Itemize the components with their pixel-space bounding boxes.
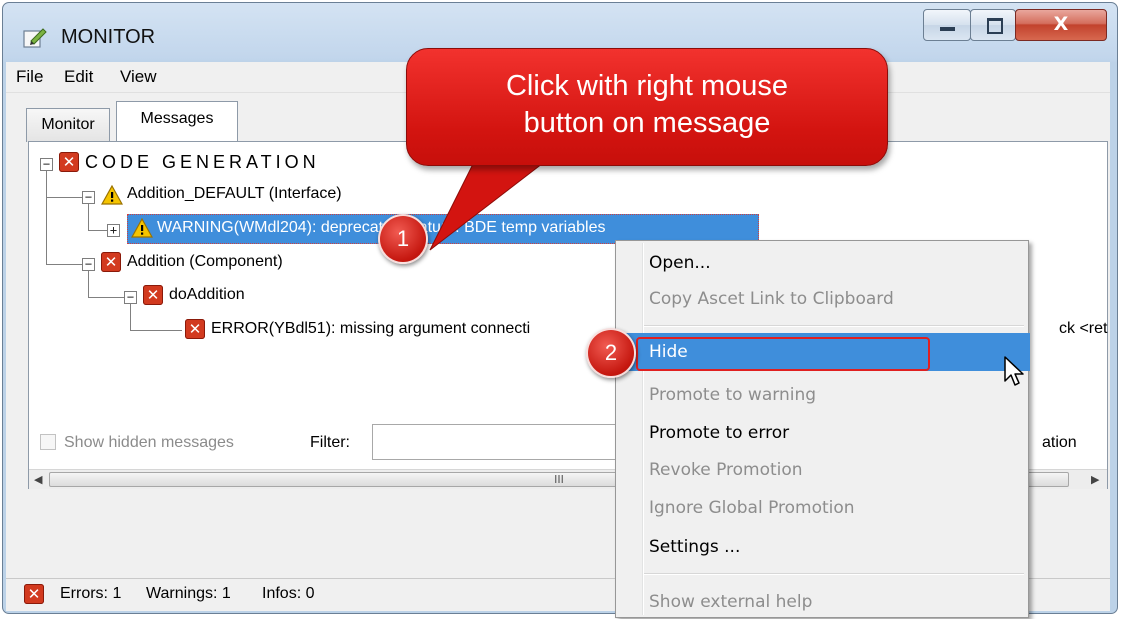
menu-open[interactable]: Open... bbox=[649, 253, 711, 273]
context-menu: Open... Copy Ascet Link to Clipboard Hid… bbox=[615, 240, 1030, 618]
collapse-toggle[interactable]: − bbox=[40, 158, 53, 171]
scroll-grip: III bbox=[554, 473, 564, 486]
error-icon: ✕ bbox=[101, 252, 121, 272]
filter-label: Filter: bbox=[310, 434, 350, 451]
tree-connector bbox=[46, 197, 82, 198]
step-2-badge: 2 bbox=[586, 328, 636, 378]
app-icon bbox=[23, 28, 47, 48]
hide-emphasis-outline bbox=[636, 337, 930, 371]
warning-icon bbox=[101, 185, 123, 205]
minimize-button[interactable] bbox=[923, 9, 971, 41]
warning-message-code: WARNING(WMdl204): bbox=[157, 219, 321, 236]
tree-connector bbox=[130, 330, 182, 331]
status-warnings: Warnings: 1 bbox=[146, 585, 231, 602]
menu-edit[interactable]: Edit bbox=[64, 67, 93, 87]
tree-method-node[interactable]: doAddition bbox=[169, 286, 245, 304]
context-menu-gutter bbox=[642, 243, 644, 615]
window-title: MONITOR bbox=[61, 26, 156, 48]
tree-component-node[interactable]: Addition (Component) bbox=[127, 253, 283, 271]
menu-file[interactable]: File bbox=[16, 67, 43, 87]
callout-pointer bbox=[429, 150, 561, 251]
collapse-toggle[interactable]: − bbox=[82, 191, 95, 204]
filter-side-button-label[interactable]: ation bbox=[1042, 434, 1077, 452]
tree-connector bbox=[88, 297, 124, 298]
status-infos: Infos: 0 bbox=[262, 585, 315, 602]
scroll-left-icon[interactable]: ◀ bbox=[34, 473, 42, 486]
instruction-callout: Click with right mouse button on message bbox=[406, 48, 888, 166]
tree-connector bbox=[46, 162, 47, 265]
show-hidden-checkbox[interactable] bbox=[40, 434, 56, 450]
menu-copy-link[interactable]: Copy Ascet Link to Clipboard bbox=[649, 289, 894, 309]
tab-monitor[interactable]: Monitor bbox=[26, 108, 110, 142]
step-1-badge: 1 bbox=[378, 214, 428, 264]
error-message-text[interactable]: ERROR(YBdl51): missing argument connecti bbox=[211, 320, 530, 338]
error-icon: ✕ bbox=[59, 152, 79, 172]
error-icon: ✕ bbox=[24, 584, 44, 604]
menu-promote-error[interactable]: Promote to error bbox=[649, 423, 789, 443]
menu-promote-warning[interactable]: Promote to warning bbox=[649, 385, 816, 405]
close-button[interactable]: X bbox=[1015, 9, 1107, 41]
menu-separator bbox=[644, 573, 1024, 575]
warning-icon bbox=[131, 218, 153, 238]
collapse-toggle[interactable]: − bbox=[124, 291, 137, 304]
tree-interface-node[interactable]: Addition_DEFAULT (Interface) bbox=[127, 185, 342, 203]
collapse-toggle[interactable]: − bbox=[82, 258, 95, 271]
menu-separator bbox=[644, 325, 1024, 327]
menu-view[interactable]: View bbox=[120, 67, 157, 87]
filter-input[interactable] bbox=[372, 424, 622, 460]
minimize-icon bbox=[940, 27, 955, 31]
show-hidden-label: Show hidden messages bbox=[64, 434, 234, 451]
callout-text-line1: Click with right mouse bbox=[505, 70, 789, 102]
status-errors: Errors: 1 bbox=[60, 585, 122, 602]
menu-revoke-promotion[interactable]: Revoke Promotion bbox=[649, 460, 803, 480]
tree-connector bbox=[88, 204, 89, 231]
callout-text-line2: button on message bbox=[523, 107, 771, 139]
tree-connector bbox=[46, 264, 82, 265]
tab-messages[interactable]: Messages bbox=[116, 101, 238, 143]
error-icon: ✕ bbox=[143, 285, 163, 305]
mouse-pointer-icon bbox=[1004, 356, 1024, 386]
tree-root-label[interactable]: CODE GENERATION bbox=[85, 152, 320, 173]
tree-connector bbox=[88, 230, 107, 231]
error-icon: ✕ bbox=[185, 319, 205, 339]
maximize-icon bbox=[987, 18, 1003, 34]
tree-connector bbox=[130, 304, 131, 331]
close-icon: X bbox=[1053, 13, 1069, 35]
expand-toggle[interactable]: + bbox=[107, 224, 120, 237]
scroll-right-icon[interactable]: ▶ bbox=[1091, 473, 1099, 486]
menu-external-help[interactable]: Show external help bbox=[649, 592, 812, 612]
tree-connector bbox=[88, 271, 89, 298]
error-message-trailing: ck <ret bbox=[1059, 320, 1108, 337]
menu-ignore-global-promotion[interactable]: Ignore Global Promotion bbox=[649, 498, 855, 518]
maximize-button[interactable] bbox=[970, 9, 1016, 41]
menu-settings[interactable]: Settings ... bbox=[649, 537, 740, 557]
